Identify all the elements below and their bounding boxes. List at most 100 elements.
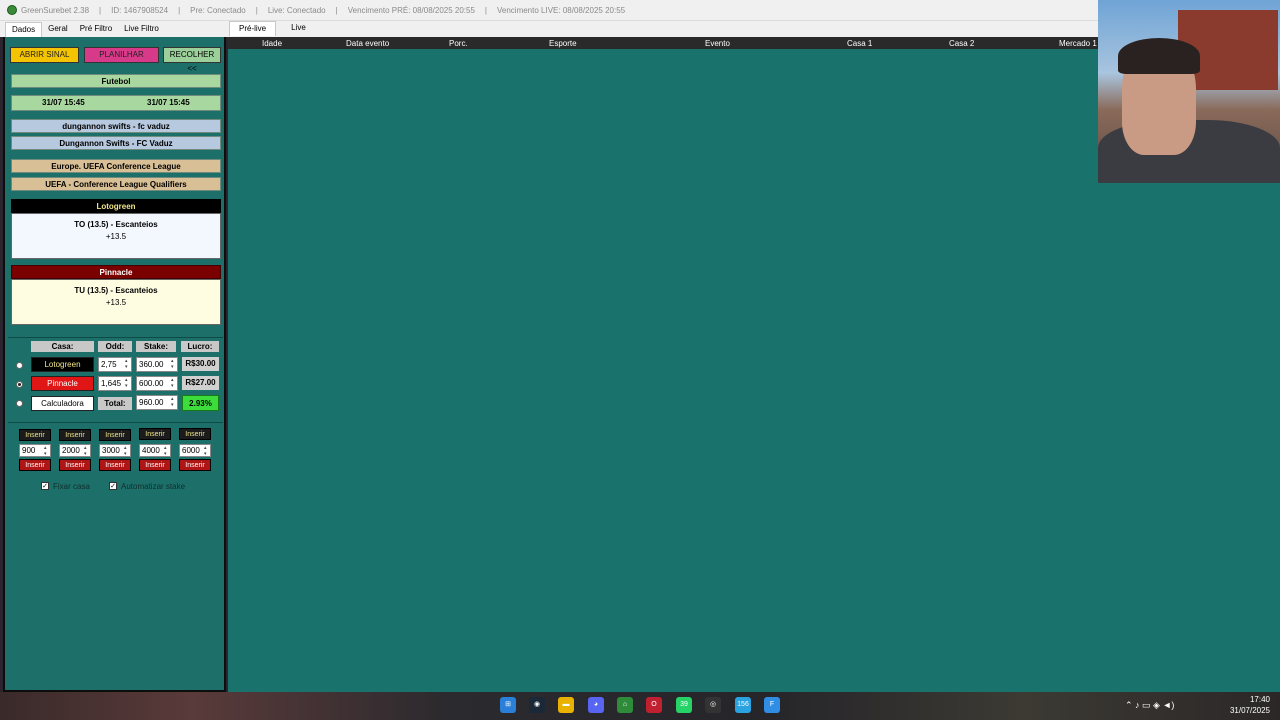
col-idade[interactable]: Idade bbox=[262, 39, 282, 48]
live-status: Live: Conectado bbox=[267, 5, 326, 15]
col-casa: Casa: bbox=[31, 341, 94, 352]
folder-icon[interactable]: ▬ bbox=[558, 697, 574, 713]
inserir-top-3[interactable]: Inserir bbox=[99, 429, 131, 441]
calculator: Casa: Odd: Stake: Lucro: Lotogreen 2,75 … bbox=[8, 337, 223, 413]
inserir-bottom-1[interactable]: Inserir bbox=[19, 459, 51, 471]
live-expiry: Vencimento LIVE: 08/08/2025 20:55 bbox=[497, 5, 626, 15]
table-header: Idade Data evento Porc. Esporte Evento C… bbox=[228, 37, 1098, 49]
row-1-odd[interactable]: 2,75 bbox=[98, 357, 132, 372]
bet-1-market: TO (13.5) - Escanteios bbox=[74, 220, 158, 229]
clock-time: 17:40 bbox=[1249, 695, 1270, 704]
tray-icons[interactable]: ⌃ ♪ ▭ ◈ ◄) bbox=[1125, 700, 1174, 711]
col-mercado-1[interactable]: Mercado 1 bbox=[1059, 39, 1097, 48]
bet-2-market: TU (13.5) - Escanteios bbox=[74, 286, 158, 295]
stake-value-3[interactable]: 3000 bbox=[99, 444, 131, 457]
row-1-lucro: R$30.00 bbox=[182, 357, 219, 371]
total-stake[interactable]: 960.00 bbox=[136, 395, 178, 410]
total-label: Total: bbox=[98, 397, 132, 410]
pre-status: Pre: Conectado bbox=[190, 5, 246, 15]
clock-date: 31/07/2025 bbox=[1229, 706, 1270, 715]
col-casa-1[interactable]: Casa 1 bbox=[847, 39, 872, 48]
date-row: 31/07 15:45 31/07 15:45 bbox=[11, 95, 221, 111]
row-2-stake[interactable]: 600.00 bbox=[136, 376, 178, 391]
greensurebet-icon[interactable]: F bbox=[764, 697, 780, 713]
title-bar: GreenSurebet 2.38 | ID: 1467908524 | Pre… bbox=[0, 0, 1098, 21]
whatsapp-icon[interactable]: 39 bbox=[676, 697, 692, 713]
user-id: ID: 1467908524 bbox=[111, 5, 169, 15]
app-window: GreenSurebet 2.38 | ID: 1467908524 | Pre… bbox=[0, 0, 1280, 720]
sport-label: Futebol bbox=[11, 74, 221, 88]
row-2-lucro: R$27.00 bbox=[182, 376, 219, 390]
tab-pre-filtro[interactable]: Pré Filtro bbox=[74, 22, 118, 37]
fixar-casa-label: Fixar casa bbox=[53, 482, 90, 491]
fixar-casa-checkbox[interactable]: ✓ bbox=[41, 482, 49, 490]
row-2-house[interactable]: Pinnacle bbox=[31, 376, 94, 391]
abrir-sinal-button[interactable]: ABRIR SINAL bbox=[10, 47, 79, 63]
sub-tabs: Pré-live Live bbox=[229, 21, 321, 37]
inserir-top-1[interactable]: Inserir bbox=[19, 429, 51, 441]
tab-dados[interactable]: Dados bbox=[5, 22, 43, 37]
bet-1-box: TO (13.5) - Escanteios +13.5 bbox=[11, 213, 221, 259]
house-1-header: Lotogreen bbox=[11, 199, 221, 213]
inserir-top-4[interactable]: Inserir bbox=[139, 428, 171, 440]
bet-1-line: +13.5 bbox=[105, 232, 127, 241]
row-1-house[interactable]: Lotogreen bbox=[31, 357, 94, 372]
col-odd: Odd: bbox=[98, 341, 132, 352]
signal-panel: ABRIR SINAL PLANILHAR RECOLHER << Futebo… bbox=[3, 37, 226, 692]
clock[interactable]: 17:40 31/07/2025 bbox=[1230, 694, 1270, 716]
row-1-stake[interactable]: 360.00 bbox=[136, 357, 178, 372]
radio-row-2[interactable] bbox=[16, 381, 23, 388]
automatizar-stake-label: Automatizar stake bbox=[121, 482, 186, 491]
radio-row-1[interactable] bbox=[16, 362, 23, 369]
obs-icon[interactable]: ◎ bbox=[705, 697, 721, 713]
tab-geral[interactable]: Geral bbox=[42, 22, 74, 37]
house-2-header: Pinnacle bbox=[11, 265, 221, 279]
inserir-bottom-4[interactable]: Inserir bbox=[139, 459, 171, 471]
stake-value-4[interactable]: 4000 bbox=[139, 444, 171, 457]
tab-live[interactable]: Live bbox=[282, 21, 315, 36]
inserir-bottom-5[interactable]: Inserir bbox=[179, 459, 211, 471]
stake-presets: Inserir Inserir Inserir Inserir Inserir … bbox=[8, 422, 223, 495]
telegram-icon[interactable]: 156 bbox=[735, 697, 751, 713]
row-3-house[interactable]: Calculadora bbox=[31, 396, 94, 411]
tab-pre-live[interactable]: Pré-live bbox=[229, 21, 277, 36]
planilhar-button[interactable]: PLANILHAR bbox=[84, 47, 159, 63]
steam-icon[interactable]: ◉ bbox=[529, 697, 545, 713]
opera-icon[interactable]: O bbox=[646, 697, 662, 713]
date-1: 31/07 15:45 bbox=[42, 98, 85, 107]
date-2: 31/07 15:45 bbox=[147, 98, 190, 107]
bet-2-line: +13.5 bbox=[105, 298, 127, 307]
match-name-2: Dungannon Swifts - FC Vaduz bbox=[11, 136, 221, 150]
col-lucro: Lucro: bbox=[181, 341, 219, 352]
app-name: GreenSurebet 2.38 bbox=[21, 5, 90, 15]
radio-row-3[interactable] bbox=[16, 400, 23, 407]
inserir-bottom-3[interactable]: Inserir bbox=[99, 459, 131, 471]
percent-badge: 2.93% bbox=[182, 395, 219, 411]
col-stake: Stake: bbox=[136, 341, 176, 352]
main-tabs: Dados Geral Pré Filtro Live Filtro bbox=[0, 21, 1098, 37]
taskbar: ⊞ ◉ ▬ ◕ ⌂ O 39 ◎ 156 F ⌃ ♪ ▭ ◈ ◄) 17:40 … bbox=[0, 692, 1280, 720]
pre-expiry: Vencimento PRÉ: 08/08/2025 20:55 bbox=[347, 5, 475, 15]
col-casa-2[interactable]: Casa 2 bbox=[949, 39, 974, 48]
col-data-evento[interactable]: Data evento bbox=[346, 39, 389, 48]
start-icon[interactable]: ⊞ bbox=[500, 697, 516, 713]
stake-value-2[interactable]: 2000 bbox=[59, 444, 91, 457]
inserir-top-2[interactable]: Inserir bbox=[59, 429, 91, 441]
col-esporte[interactable]: Esporte bbox=[549, 39, 577, 48]
stake-value-5[interactable]: 6000 bbox=[179, 444, 211, 457]
stake-value-1[interactable]: 900 bbox=[19, 444, 51, 457]
app-icon[interactable]: ⌂ bbox=[617, 697, 633, 713]
league-name-2: UEFA - Conference League Qualifiers bbox=[11, 177, 221, 191]
webcam-overlay bbox=[1098, 0, 1280, 183]
bet-2-box: TU (13.5) - Escanteios +13.5 bbox=[11, 279, 221, 325]
automatizar-stake-checkbox[interactable]: ✓ bbox=[109, 482, 117, 490]
inserir-top-5[interactable]: Inserir bbox=[179, 428, 211, 440]
recolher-button[interactable]: RECOLHER << bbox=[163, 47, 221, 73]
league-name-1: Europe. UEFA Conference League bbox=[11, 159, 221, 173]
col-porc[interactable]: Porc. bbox=[449, 39, 468, 48]
inserir-bottom-2[interactable]: Inserir bbox=[59, 459, 91, 471]
tab-live-filtro[interactable]: Live Filtro bbox=[118, 22, 165, 37]
row-2-odd[interactable]: 1,645 bbox=[98, 376, 132, 391]
col-evento[interactable]: Evento bbox=[705, 39, 730, 48]
discord-icon[interactable]: ◕ bbox=[588, 697, 604, 713]
